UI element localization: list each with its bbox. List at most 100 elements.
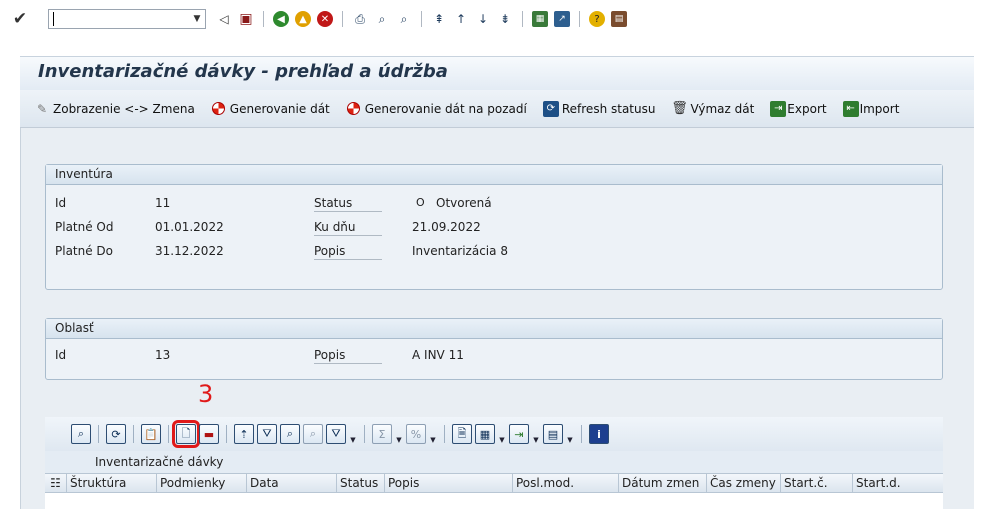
glasses-pencil-icon: ✎ [36,101,48,116]
area-id-label: Id [55,348,67,362]
save-icon[interactable]: ▣ [238,11,254,27]
divider [263,11,264,27]
print-preview-icon[interactable]: 🗎 [452,424,472,444]
refresh-grid-icon[interactable]: ⟳ [106,424,126,444]
find-next-icon[interactable]: ⌕ [396,11,412,27]
valid-from-label: Platné Od [55,220,114,234]
divider [421,11,422,27]
layout-icon[interactable]: ▤ [543,424,563,444]
area-description-value: A INV 11 [412,348,464,362]
column-header[interactable]: Status [337,474,385,493]
inventory-id-value: 11 [155,196,171,210]
export-grid-icon[interactable]: ⇥ [509,424,529,444]
column-header[interactable]: Data [247,474,337,493]
import-button[interactable]: ⇤ Import [842,100,899,117]
system-toolbar: ✔ ▼ ◁ ▣ ◀ ▲ ✕ ⎙ ⌕ ⌕ ⇞ ↑ ↓ ⇟ ▦ ↗ ? ▤ [0,0,994,38]
create-session-icon[interactable]: ▦ [532,11,548,27]
details-icon[interactable]: ⌕ [71,424,91,444]
trash-icon: 🗑 [671,101,688,116]
divider [579,11,580,27]
green-back-icon[interactable]: ◀ [273,11,289,27]
description-label: Popis [314,242,382,260]
command-field[interactable]: ▼ [48,9,206,29]
export-button[interactable]: ⇥ Export [770,100,827,117]
status-text: Otvorená [436,196,492,210]
title-bar: Inventarizačné dávky - prehľad a údržba [20,56,974,90]
execute-background-icon [346,101,362,117]
subtotal-icon[interactable]: % [406,424,426,444]
last-page-icon[interactable]: ⇟ [497,11,513,27]
prev-page-icon[interactable]: ↑ [453,11,469,27]
set-filter-icon[interactable]: ⛛ [326,424,346,444]
column-header[interactable]: Start.d. [853,474,943,493]
new-entry-icon[interactable]: 🗋 [172,420,200,448]
grid-title: Inventarizačné dávky [45,451,943,473]
divider [581,425,582,443]
find-icon[interactable]: ⌕ [374,11,390,27]
next-page-icon[interactable]: ↓ [475,11,491,27]
divider [133,425,134,443]
check-icon[interactable]: ✔ [10,9,30,29]
column-header[interactable]: Čas zmeny [707,474,781,493]
chevron-down-icon[interactable]: ▼ [189,10,205,28]
area-id-value: 13 [155,348,171,362]
area-group-title: Oblasť [46,319,942,339]
customize-icon[interactable]: ▤ [611,11,627,27]
info-icon[interactable]: i [589,424,609,444]
inventory-id-label: Id [55,196,67,210]
cancel-icon[interactable]: ✕ [317,11,333,27]
chevron-down-icon[interactable]: ▼ [566,424,574,444]
select-all-icon[interactable]: ☷ [45,474,67,493]
column-header[interactable]: Podmienky [157,474,247,493]
chevron-down-icon[interactable]: ▼ [532,424,540,444]
page-title: Inventarizačné dávky - prehľad a údržba [38,61,448,82]
sum-icon[interactable]: Σ [372,424,392,444]
help-icon[interactable]: ? [589,11,605,27]
text-caret [53,12,54,26]
main-area: Inventúra Id 11 Platné Od 01.01.2022 Pla… [20,128,974,509]
find-next-grid-icon[interactable]: ⌕ [303,424,323,444]
column-header[interactable]: Posl.mod. [513,474,619,493]
generate-button[interactable]: Generovanie dát [211,101,330,117]
paste-icon[interactable]: 📋 [141,424,161,444]
column-header[interactable]: Start.č. [781,474,853,493]
back-icon[interactable]: ◁ [216,11,232,27]
divider [342,11,343,27]
inventory-group: Inventúra Id 11 Platné Od 01.01.2022 Pla… [45,164,943,290]
filter-icon[interactable]: ⛛ [257,424,277,444]
column-header[interactable]: Dátum zmen [619,474,707,493]
area-group: Oblasť Id 13 Popis A INV 11 [45,318,943,380]
divider [364,425,365,443]
status-label: Status [314,194,382,212]
display-change-button[interactable]: ✎ Zobrazenie <-> Zmena [34,101,195,117]
divider [444,425,445,443]
application-toolbar: ✎ Zobrazenie <-> Zmena Generovanie dát G… [20,90,974,128]
grid-toolbar: ⌕ ⟳ 📋 🗋 ▬ ⇡ ⛛ ⌕ ⌕ ⛛ ▼ Σ ▼ % ▼ 🗎 ▦ ▼ ⇥ ▼ ▤ ▼ i [45,417,943,451]
delete-data-button[interactable]: 🗑 Výmaz dát [671,101,754,117]
exit-icon[interactable]: ▲ [295,11,311,27]
divider [522,11,523,27]
export-icon: ⇥ [770,100,787,117]
print-icon[interactable]: ⎙ [352,11,368,27]
step-annotation: 3 [198,380,214,408]
find-grid-icon[interactable]: ⌕ [280,424,300,444]
column-header[interactable]: Popis [385,474,513,493]
refresh-status-button[interactable]: ⟳ Refresh statusu [542,100,655,117]
shortcut-icon[interactable]: ↗ [554,11,570,27]
ku-dnu-label: Ku dňu [314,218,382,236]
valid-to-label: Platné Do [55,244,114,258]
inventory-group-title: Inventúra [46,165,942,185]
first-page-icon[interactable]: ⇞ [431,11,447,27]
chevron-down-icon[interactable]: ▼ [349,424,357,444]
generate-background-button[interactable]: Generovanie dát na pozadí [346,101,527,117]
grid-body[interactable] [45,493,943,509]
chevron-down-icon[interactable]: ▼ [395,424,403,444]
generate-label: Generovanie dát [229,101,330,116]
delete-row-icon[interactable]: ▬ [199,424,219,444]
generate-background-label: Generovanie dát na pozadí [364,101,527,116]
sort-ascending-icon[interactable]: ⇡ [234,424,254,444]
views-icon[interactable]: ▦ [475,424,495,444]
chevron-down-icon[interactable]: ▼ [429,424,437,444]
chevron-down-icon[interactable]: ▼ [498,424,506,444]
column-header[interactable]: Štruktúra [67,474,157,493]
